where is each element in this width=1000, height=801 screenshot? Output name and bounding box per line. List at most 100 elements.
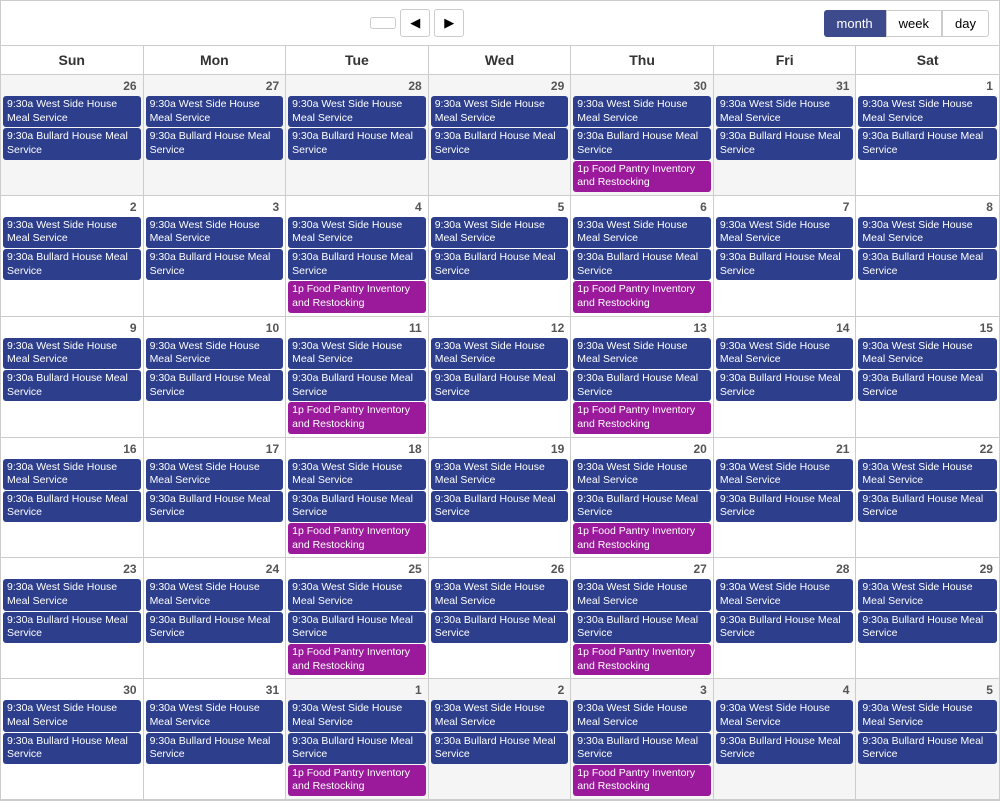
event-west-side[interactable]: 9:30a West Side House Meal Service [3,217,141,248]
event-west-side[interactable]: 9:30a West Side House Meal Service [716,217,854,248]
event-bullard[interactable]: 9:30a Bullard House Meal Service [146,612,284,643]
event-west-side[interactable]: 9:30a West Side House Meal Service [288,217,426,248]
event-bullard[interactable]: 9:30a Bullard House Meal Service [288,491,426,522]
event-bullard[interactable]: 9:30a Bullard House Meal Service [288,128,426,159]
event-bullard[interactable]: 9:30a Bullard House Meal Service [573,128,711,159]
event-west-side[interactable]: 9:30a West Side House Meal Service [3,338,141,369]
event-west-side[interactable]: 9:30a West Side House Meal Service [288,96,426,127]
calendar-cell[interactable]: 39:30a West Side House Meal Service9:30a… [571,679,714,800]
event-bullard[interactable]: 9:30a Bullard House Meal Service [3,612,141,643]
calendar-cell[interactable]: 79:30a West Side House Meal Service9:30a… [714,196,857,317]
event-bullard[interactable]: 9:30a Bullard House Meal Service [288,733,426,764]
event-west-side[interactable]: 9:30a West Side House Meal Service [573,217,711,248]
calendar-cell[interactable]: 39:30a West Side House Meal Service9:30a… [144,196,287,317]
calendar-cell[interactable]: 319:30a West Side House Meal Service9:30… [714,75,857,196]
event-west-side[interactable]: 9:30a West Side House Meal Service [431,459,569,490]
event-bullard[interactable]: 9:30a Bullard House Meal Service [858,249,997,280]
calendar-cell[interactable]: 209:30a West Side House Meal Service9:30… [571,438,714,559]
event-food-pantry[interactable]: 1p Food Pantry Inventory and Restocking [573,281,711,312]
calendar-cell[interactable]: 179:30a West Side House Meal Service9:30… [144,438,287,559]
calendar-cell[interactable]: 309:30a West Side House Meal Service9:30… [1,679,144,800]
calendar-cell[interactable]: 269:30a West Side House Meal Service9:30… [1,75,144,196]
calendar-cell[interactable]: 19:30a West Side House Meal Service9:30a… [856,75,999,196]
event-bullard[interactable]: 9:30a Bullard House Meal Service [431,491,569,522]
event-bullard[interactable]: 9:30a Bullard House Meal Service [288,249,426,280]
calendar-cell[interactable]: 279:30a West Side House Meal Service9:30… [571,558,714,679]
calendar-cell[interactable]: 49:30a West Side House Meal Service9:30a… [714,679,857,800]
event-bullard[interactable]: 9:30a Bullard House Meal Service [3,491,141,522]
event-west-side[interactable]: 9:30a West Side House Meal Service [288,338,426,369]
view-month-button[interactable]: month [824,10,886,37]
event-bullard[interactable]: 9:30a Bullard House Meal Service [573,249,711,280]
calendar-cell[interactable]: 119:30a West Side House Meal Service9:30… [286,317,429,438]
event-west-side[interactable]: 9:30a West Side House Meal Service [716,579,854,610]
event-west-side[interactable]: 9:30a West Side House Meal Service [3,579,141,610]
event-food-pantry[interactable]: 1p Food Pantry Inventory and Restocking [288,765,426,796]
calendar-cell[interactable]: 269:30a West Side House Meal Service9:30… [429,558,572,679]
event-west-side[interactable]: 9:30a West Side House Meal Service [3,96,141,127]
calendar-cell[interactable]: 159:30a West Side House Meal Service9:30… [856,317,999,438]
event-food-pantry[interactable]: 1p Food Pantry Inventory and Restocking [573,523,711,554]
event-west-side[interactable]: 9:30a West Side House Meal Service [573,338,711,369]
event-food-pantry[interactable]: 1p Food Pantry Inventory and Restocking [288,402,426,433]
event-bullard[interactable]: 9:30a Bullard House Meal Service [3,249,141,280]
event-west-side[interactable]: 9:30a West Side House Meal Service [858,217,997,248]
calendar-cell[interactable]: 279:30a West Side House Meal Service9:30… [144,75,287,196]
calendar-cell[interactable]: 49:30a West Side House Meal Service9:30a… [286,196,429,317]
event-west-side[interactable]: 9:30a West Side House Meal Service [431,579,569,610]
event-bullard[interactable]: 9:30a Bullard House Meal Service [573,491,711,522]
prev-button[interactable]: ◀ [400,9,430,37]
view-day-button[interactable]: day [942,10,989,37]
calendar-cell[interactable]: 299:30a West Side House Meal Service9:30… [429,75,572,196]
event-west-side[interactable]: 9:30a West Side House Meal Service [431,217,569,248]
event-food-pantry[interactable]: 1p Food Pantry Inventory and Restocking [288,644,426,675]
calendar-cell[interactable]: 139:30a West Side House Meal Service9:30… [571,317,714,438]
event-bullard[interactable]: 9:30a Bullard House Meal Service [146,370,284,401]
event-bullard[interactable]: 9:30a Bullard House Meal Service [716,370,854,401]
event-bullard[interactable]: 9:30a Bullard House Meal Service [431,733,569,764]
calendar-cell[interactable]: 319:30a West Side House Meal Service9:30… [144,679,287,800]
event-west-side[interactable]: 9:30a West Side House Meal Service [288,459,426,490]
event-bullard[interactable]: 9:30a Bullard House Meal Service [431,370,569,401]
event-west-side[interactable]: 9:30a West Side House Meal Service [288,700,426,731]
event-west-side[interactable]: 9:30a West Side House Meal Service [288,579,426,610]
event-food-pantry[interactable]: 1p Food Pantry Inventory and Restocking [573,161,711,192]
event-bullard[interactable]: 9:30a Bullard House Meal Service [288,370,426,401]
calendar-cell[interactable]: 129:30a West Side House Meal Service9:30… [429,317,572,438]
event-bullard[interactable]: 9:30a Bullard House Meal Service [858,733,997,764]
event-bullard[interactable]: 9:30a Bullard House Meal Service [573,370,711,401]
event-west-side[interactable]: 9:30a West Side House Meal Service [146,96,284,127]
event-bullard[interactable]: 9:30a Bullard House Meal Service [288,612,426,643]
event-west-side[interactable]: 9:30a West Side House Meal Service [146,338,284,369]
calendar-cell[interactable]: 29:30a West Side House Meal Service9:30a… [1,196,144,317]
calendar-cell[interactable]: 289:30a West Side House Meal Service9:30… [714,558,857,679]
event-west-side[interactable]: 9:30a West Side House Meal Service [573,700,711,731]
event-bullard[interactable]: 9:30a Bullard House Meal Service [146,249,284,280]
event-west-side[interactable]: 9:30a West Side House Meal Service [3,459,141,490]
event-bullard[interactable]: 9:30a Bullard House Meal Service [146,491,284,522]
event-west-side[interactable]: 9:30a West Side House Meal Service [146,700,284,731]
event-west-side[interactable]: 9:30a West Side House Meal Service [716,338,854,369]
event-west-side[interactable]: 9:30a West Side House Meal Service [858,96,997,127]
event-west-side[interactable]: 9:30a West Side House Meal Service [858,459,997,490]
event-bullard[interactable]: 9:30a Bullard House Meal Service [716,249,854,280]
calendar-cell[interactable]: 19:30a West Side House Meal Service9:30a… [286,679,429,800]
calendar-cell[interactable]: 299:30a West Side House Meal Service9:30… [856,558,999,679]
calendar-cell[interactable]: 259:30a West Side House Meal Service9:30… [286,558,429,679]
event-west-side[interactable]: 9:30a West Side House Meal Service [716,96,854,127]
next-button[interactable]: ▶ [434,9,464,37]
event-west-side[interactable]: 9:30a West Side House Meal Service [858,700,997,731]
event-west-side[interactable]: 9:30a West Side House Meal Service [431,96,569,127]
event-bullard[interactable]: 9:30a Bullard House Meal Service [3,128,141,159]
event-bullard[interactable]: 9:30a Bullard House Meal Service [858,491,997,522]
event-bullard[interactable]: 9:30a Bullard House Meal Service [573,733,711,764]
calendar-cell[interactable]: 69:30a West Side House Meal Service9:30a… [571,196,714,317]
calendar-cell[interactable]: 99:30a West Side House Meal Service9:30a… [1,317,144,438]
event-food-pantry[interactable]: 1p Food Pantry Inventory and Restocking [573,644,711,675]
event-bullard[interactable]: 9:30a Bullard House Meal Service [146,733,284,764]
calendar-cell[interactable]: 169:30a West Side House Meal Service9:30… [1,438,144,559]
event-west-side[interactable]: 9:30a West Side House Meal Service [716,700,854,731]
calendar-cell[interactable]: 199:30a West Side House Meal Service9:30… [429,438,572,559]
event-bullard[interactable]: 9:30a Bullard House Meal Service [431,128,569,159]
event-bullard[interactable]: 9:30a Bullard House Meal Service [146,128,284,159]
